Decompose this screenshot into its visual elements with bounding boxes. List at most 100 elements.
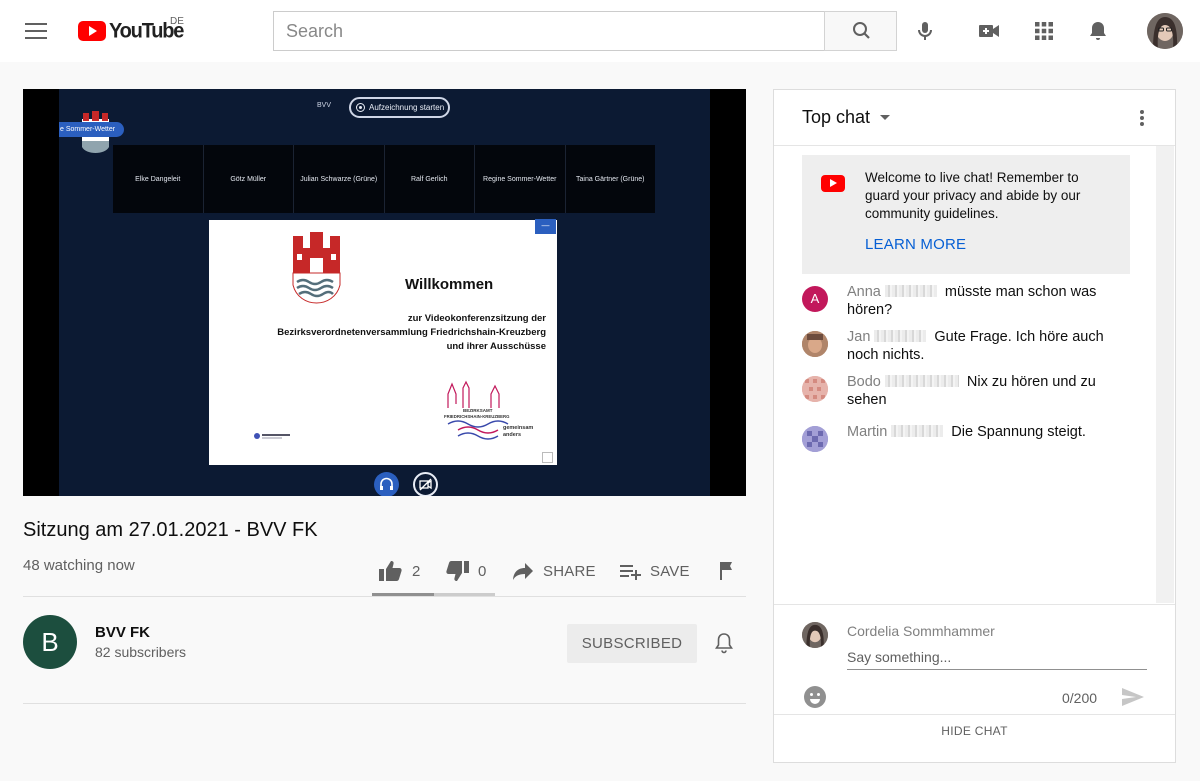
search-box: [273, 11, 825, 51]
report-button[interactable]: [715, 555, 739, 587]
page-scrollbar[interactable]: [1187, 62, 1200, 781]
participant-tile: Elke Dangeleit: [113, 145, 204, 213]
mic-icon[interactable]: [913, 19, 937, 43]
search-input[interactable]: [274, 12, 825, 50]
share-icon: [513, 563, 533, 580]
chat-mode-dropdown[interactable]: Top chat: [802, 107, 891, 128]
berlin-crest-icon: [292, 232, 341, 304]
chat-author[interactable]: Anna: [847, 284, 881, 300]
menu-icon[interactable]: [24, 21, 48, 41]
avatar[interactable]: [802, 376, 828, 402]
redacted-surname: [884, 285, 937, 297]
search-icon: [853, 22, 870, 39]
apps-icon[interactable]: [1032, 19, 1056, 43]
avatar: [802, 622, 828, 648]
thumbs-down-icon: [446, 561, 469, 581]
bezirksamt-tagline: anders: [503, 432, 521, 438]
subscribed-button[interactable]: SUBSCRIBED: [567, 624, 697, 663]
participant-tile: Regine Sommer-Wetter: [475, 145, 566, 213]
more-options-icon[interactable]: [1134, 106, 1150, 130]
chat-message-input[interactable]: [847, 645, 1147, 670]
record-label: Aufzeichnung starten: [369, 103, 445, 112]
avatar-initial: A: [810, 291, 820, 306]
divider: [23, 596, 746, 597]
chevron-down-icon: [880, 115, 891, 120]
dislike-count: 0: [478, 562, 487, 580]
youtube-logo[interactable]: YouTube: [78, 18, 184, 44]
emoji-icon[interactable]: [803, 685, 827, 709]
bezirksamt-logo: BEZIRKSAMT FRIEDRICHSHAIN-KREUZBERG geme…: [444, 380, 533, 440]
chat-welcome-banner: Welcome to live chat! Remember to guard …: [802, 155, 1130, 274]
country-code: DE: [170, 16, 184, 27]
share-label: SHARE: [543, 562, 596, 580]
flag-icon: [720, 562, 732, 580]
notification-bell-icon[interactable]: [712, 631, 736, 655]
chat-message: Martin Die Spannung steigt.: [802, 423, 1132, 452]
live-chat-panel: Top chat Welcome to live chat! Remember …: [773, 89, 1176, 763]
bezirksamt-logo-line: FRIEDRICHSHAIN-KREUZBERG: [444, 414, 510, 419]
create-video-icon[interactable]: [977, 19, 1001, 43]
channel-initial: B: [41, 626, 59, 657]
chat-text: Die Spannung steigt.: [951, 424, 1086, 440]
send-icon[interactable]: [1120, 685, 1146, 709]
subscriber-count: 82 subscribers: [95, 644, 187, 660]
chat-author[interactable]: Bodo: [847, 374, 881, 390]
learn-more-link[interactable]: LEARN MORE: [865, 236, 966, 253]
slide-minimize-button: —: [535, 219, 556, 234]
masthead: YouTube DE: [0, 0, 1200, 62]
conference-room-label: BVV: [317, 102, 332, 109]
playlist-add-icon: [620, 565, 641, 580]
slide-line: Bezirksverordnetenversammlung Friedrichs…: [277, 327, 546, 338]
youtube-play-icon: [78, 21, 106, 41]
chat-message: Jan Gute Frage. Ich höre auch noch nichts…: [802, 328, 1132, 364]
slide-line: und ihrer Ausschüsse: [446, 341, 546, 352]
youtube-play-icon: [821, 175, 845, 192]
chat-header: Top chat: [774, 90, 1175, 146]
slide-line: zur Videokonferenzsitzung der: [407, 313, 546, 324]
conference-screen: BVV Aufzeichnung starten e Sommer-Wetter…: [59, 89, 710, 496]
redacted-surname: [891, 425, 944, 437]
search-button[interactable]: [824, 11, 897, 51]
dislike-button[interactable]: 0: [444, 555, 487, 587]
user-photo-icon: [1147, 13, 1183, 49]
bezirksamt-logo-line: BEZIRKSAMT: [463, 408, 493, 413]
channel-name[interactable]: BVV FK: [95, 624, 150, 641]
bezirksamt-tagline: gemeinsam: [503, 425, 533, 431]
avatar[interactable]: A: [802, 286, 828, 312]
participant-tile: Julian Schwarze (Grüne): [294, 145, 385, 213]
video-player[interactable]: BVV Aufzeichnung starten e Sommer-Wetter…: [23, 89, 746, 496]
account-avatar[interactable]: [1147, 13, 1183, 49]
avatar[interactable]: [802, 331, 828, 357]
active-speaker-label: e Sommer-Wetter: [59, 122, 125, 137]
save-label: SAVE: [650, 562, 690, 580]
participant-strip: Elke Dangeleit Götz Müller Julian Schwar…: [113, 145, 655, 213]
footer-logo-icon: [254, 433, 290, 439]
like-button[interactable]: 2: [378, 555, 421, 587]
headphones-icon: [374, 472, 399, 496]
notifications-icon[interactable]: [1086, 19, 1110, 43]
hide-chat-button[interactable]: HIDE CHAT: [774, 714, 1175, 762]
participant-tile: Taina Gärtner (Grüne): [576, 175, 645, 183]
chat-message: A Anna müsste man schon was hören?: [802, 283, 1132, 319]
avatar[interactable]: [802, 426, 828, 452]
participant-tile: Ralf Gerlich: [385, 145, 475, 213]
video-title: Sitzung am 27.01.2021 - BVV FK: [23, 519, 318, 541]
like-count: 2: [412, 562, 421, 580]
divider: [23, 703, 746, 704]
chat-author[interactable]: Martin: [847, 424, 887, 440]
char-counter: 0/200: [1062, 690, 1098, 706]
presentation-slide: Willkommen zur Videokonferenzsitzung der…: [209, 220, 557, 465]
watching-count: 48 watching now: [23, 557, 135, 574]
chat-author[interactable]: Jan: [847, 329, 870, 345]
channel-avatar[interactable]: B: [23, 615, 77, 669]
thumbs-up-icon: [379, 561, 402, 581]
save-button[interactable]: SAVE: [618, 555, 690, 587]
share-button[interactable]: SHARE: [511, 555, 596, 587]
camera-off-icon: [413, 472, 438, 496]
chat-mode-label: Top chat: [802, 107, 871, 127]
current-user-name: Cordelia Sommhammer: [847, 623, 995, 639]
slide-subtitle: zur Videokonferenzsitzung der Bezirksver…: [226, 312, 546, 354]
slide-heading: Willkommen: [405, 276, 494, 293]
welcome-text: Welcome to live chat! Remember to guard …: [865, 170, 1081, 221]
chat-scrollbar[interactable]: [1156, 146, 1174, 603]
